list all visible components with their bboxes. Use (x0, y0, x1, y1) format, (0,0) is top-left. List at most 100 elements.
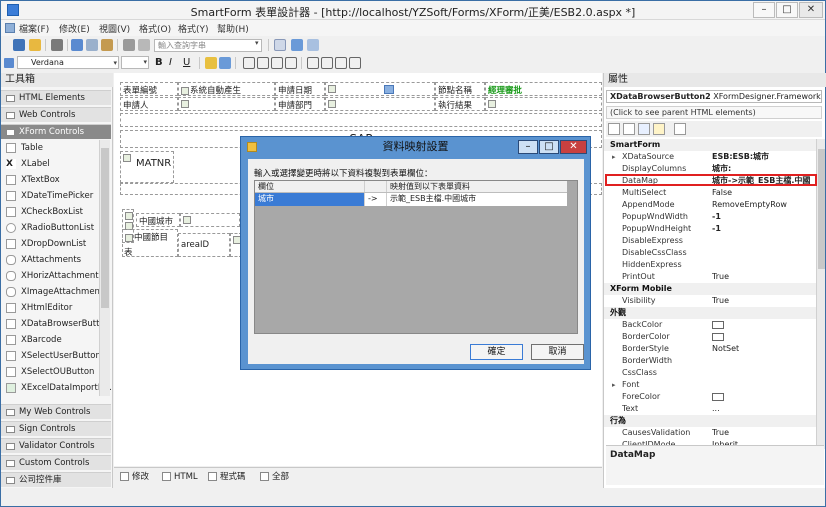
menu-file[interactable]: 檔案(F) (19, 22, 49, 35)
color-swatch[interactable] (712, 332, 724, 341)
property-category[interactable]: 行為 (604, 415, 816, 427)
minimize-button[interactable]: – (753, 2, 775, 18)
row-target[interactable]: 示範_ESB主檔.中國城市 (387, 193, 567, 206)
label-china-city[interactable]: 中國城市 (136, 213, 180, 227)
properties-icon[interactable] (638, 123, 650, 135)
toolbox-item-ximageattachment[interactable]: XImageAttachment (1, 284, 103, 300)
scroll-thumb[interactable] (818, 149, 825, 269)
area-id-field[interactable]: areaID (178, 233, 230, 257)
property-row[interactable]: DisableExpress (604, 235, 816, 247)
design-view-icon[interactable] (274, 39, 286, 51)
property-value[interactable] (712, 331, 816, 343)
property-row[interactable]: BorderWidth (604, 355, 816, 367)
form-no-field[interactable]: 系統自動產生 (178, 82, 275, 96)
grid-icon[interactable] (291, 39, 303, 51)
label-apply-dept[interactable]: 申請部門 (275, 97, 325, 111)
toolbox-scrollbar[interactable] (99, 140, 110, 396)
properties-scrollbar[interactable] (816, 139, 825, 449)
toolbox-item-xbarcode[interactable]: XBarcode (1, 332, 99, 348)
property-value[interactable] (712, 391, 816, 403)
property-value[interactable]: ... (712, 403, 816, 415)
menu-help[interactable]: 幫助(H) (217, 22, 249, 35)
property-row[interactable]: PrintOut True (604, 271, 816, 283)
align-right-icon[interactable] (271, 57, 283, 69)
toolbox-item-xradiobuttonlist[interactable]: XRadioButtonList (1, 220, 99, 236)
search-dropdown-icon[interactable]: ▾ (255, 39, 259, 47)
property-row[interactable]: Visibility True (604, 295, 816, 307)
open-folder-icon[interactable] (29, 39, 41, 51)
property-row[interactable]: BorderColor (604, 331, 816, 343)
property-value[interactable]: -1 (712, 211, 816, 223)
toolbox-item-xtextbox[interactable]: XTextBox (1, 172, 99, 188)
align-left-icon[interactable] (243, 57, 255, 69)
expand-icon[interactable]: ▸ (612, 151, 616, 163)
row-field[interactable]: 城市 (255, 193, 365, 206)
paste-icon[interactable] (101, 39, 113, 51)
table-icon[interactable] (307, 39, 319, 51)
toolbox-group-validator-controls[interactable]: Validator Controls (1, 438, 111, 453)
numbered-list-icon[interactable] (307, 57, 319, 69)
redo-icon[interactable] (138, 39, 150, 51)
toolbox-group-web-controls[interactable]: Web Controls (1, 107, 111, 122)
parent-elements-link[interactable]: (Click to see parent HTML elements) (606, 106, 822, 119)
maximize-button[interactable]: □ (776, 2, 798, 18)
align-center-icon[interactable] (257, 57, 269, 69)
toolbox-group-sign-controls[interactable]: Sign Controls (1, 421, 111, 436)
menu-edit[interactable]: 修改(E) (59, 22, 90, 35)
toolbox-group-custom-controls[interactable]: Custom Controls (1, 455, 111, 470)
dialog-maximize-button[interactable]: □ (539, 140, 559, 154)
toolbox-item-xhtmleditor[interactable]: XHtmlEditor (1, 300, 99, 316)
property-value[interactable]: RemoveEmptyRow (712, 199, 816, 211)
fore-color-icon[interactable] (205, 57, 217, 69)
property-row[interactable]: CssClass (604, 367, 816, 379)
label-applicant[interactable]: 申請人 (120, 97, 178, 111)
property-value[interactable] (712, 319, 816, 331)
property-value[interactable]: NotSet (712, 343, 816, 355)
property-row[interactable]: BackColor (604, 319, 816, 331)
events-icon[interactable] (653, 123, 665, 135)
toolbox-item-xcheckboxlist[interactable]: XCheckBoxList (1, 204, 99, 220)
label-form-no[interactable]: 表單編號 (120, 82, 178, 96)
search-input[interactable]: 輸入查詢字串 (154, 39, 262, 52)
menu-format-y[interactable]: 格式(Y) (178, 22, 209, 35)
property-value[interactable]: True (712, 295, 816, 307)
property-row[interactable]: AppendMode RemoveEmptyRow (604, 199, 816, 211)
scroll-thumb[interactable] (101, 148, 109, 308)
toolbox-item-xattachments[interactable]: XAttachments (1, 252, 99, 268)
applicant-field[interactable] (178, 97, 275, 111)
system-menu-icon[interactable] (5, 23, 15, 33)
cancel-button[interactable]: 取消 (531, 344, 584, 360)
dialog-minimize-button[interactable]: – (518, 140, 538, 154)
copy-icon[interactable] (86, 39, 98, 51)
cut-icon[interactable] (71, 39, 83, 51)
property-row[interactable]: Text... (604, 403, 816, 415)
label-sign-name[interactable]: 節點名稱 (435, 82, 485, 96)
undo-icon[interactable] (123, 39, 135, 51)
property-value[interactable]: ESB:ESB:城市 (712, 151, 816, 163)
toolbox-item-xlabel[interactable]: X XLabel (1, 156, 99, 172)
property-category[interactable]: XForm Mobile (604, 283, 816, 295)
apply-dept-field[interactable] (325, 97, 435, 111)
property-value[interactable]: True (712, 271, 816, 283)
property-row[interactable]: ▸ XDataSource ESB:ESB:城市 (604, 151, 816, 163)
property-row[interactable]: HiddenExpress (604, 259, 816, 271)
save-icon[interactable] (13, 39, 25, 51)
dialog-close-button[interactable]: ✕ (560, 140, 587, 154)
italic-icon[interactable]: I (169, 57, 181, 69)
bold-icon[interactable]: B (155, 57, 167, 69)
label-apply-date[interactable]: 申請日期 (275, 82, 325, 96)
property-pages-icon[interactable] (674, 123, 686, 135)
alphabetical-icon[interactable] (623, 123, 635, 135)
empty-row[interactable] (120, 113, 602, 127)
china-city-field[interactable] (180, 213, 240, 227)
toolbox-item-xdatetimepicker[interactable]: XDateTimePicker (1, 188, 99, 204)
outdent-icon[interactable] (335, 57, 347, 69)
property-row[interactable]: PopupWndWidth -1 (604, 211, 816, 223)
mapping-grid[interactable]: 欄位 映射值到以下表單資料 城市 -> 示範_ESB主檔.中國城市 (254, 180, 578, 334)
color-swatch[interactable] (712, 320, 724, 329)
indent-icon[interactable] (349, 57, 361, 69)
object-selector[interactable]: XDataBrowserButton2 XFormDesigner.Framew… (606, 90, 822, 103)
label-exec-result[interactable]: 執行結果 (435, 97, 485, 111)
toolbox-group-html-elements[interactable]: HTML Elements (1, 90, 111, 105)
print-icon[interactable] (51, 39, 63, 51)
